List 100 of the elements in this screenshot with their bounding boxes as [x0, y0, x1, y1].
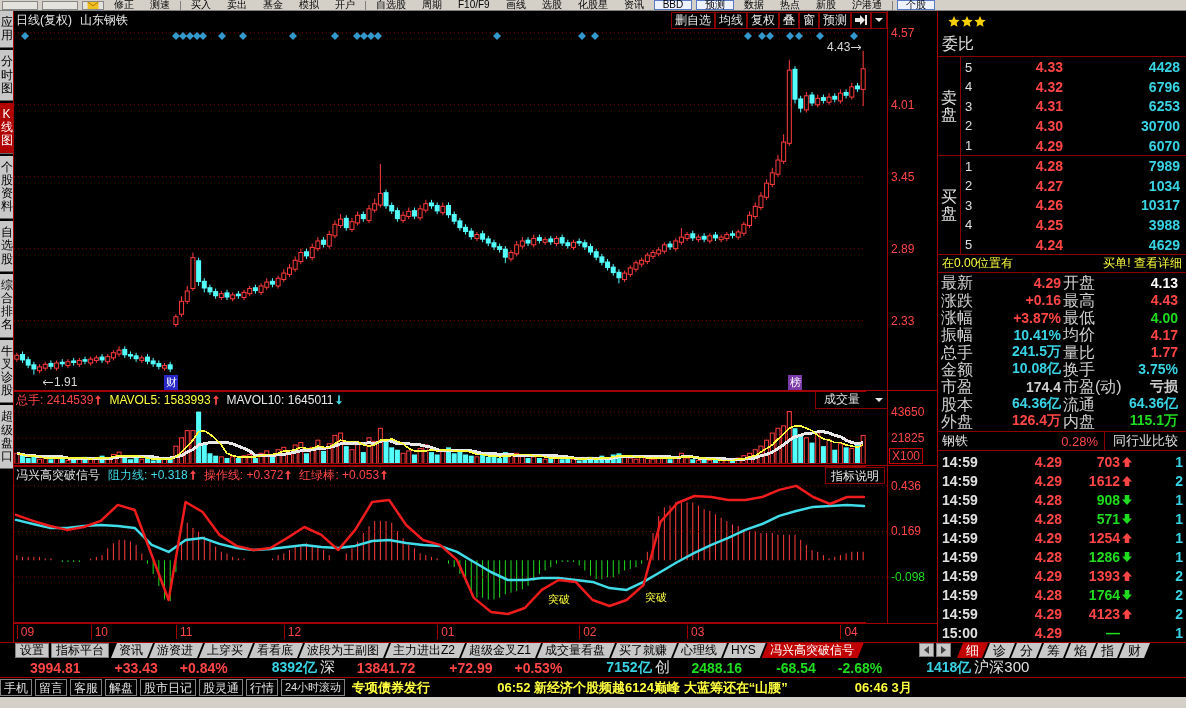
trade-count: 1 — [1174, 491, 1184, 508]
order-notice-text: 在0.00位置有 — [942, 255, 1014, 273]
level-label: 1 — [965, 138, 974, 154]
stat-label: 金额 — [941, 360, 974, 378]
level-label: 3 — [965, 98, 974, 114]
ticker-label: 24小时滚动 — [281, 679, 346, 696]
volume-cell-text: 30700 — [1140, 117, 1180, 134]
trade-price: 4.29 — [1033, 624, 1062, 641]
index-change: -68.54 — [776, 659, 816, 676]
volume-cell-text: 7989 — [1147, 158, 1180, 175]
stat-value: 64.36亿 — [1128, 395, 1178, 412]
indicator-tick-label: 0.436 — [891, 477, 922, 494]
trade-count: 2 — [1174, 472, 1184, 489]
trade-price: 4.29 — [1033, 453, 1062, 470]
stat-label: 总手 — [941, 343, 974, 361]
stat-value: 亏损 — [1150, 377, 1178, 394]
stat-label: 流通 — [1063, 395, 1096, 413]
trade-volume: 703 — [1095, 453, 1120, 470]
price-tick-label: 2.89 — [891, 240, 915, 257]
chart-period-label: 日线(复权) — [16, 11, 72, 29]
level-label: 2 — [965, 118, 974, 134]
stat-value: 64.36亿 — [1011, 395, 1061, 412]
price-cell-text: 4.31 — [1034, 98, 1063, 115]
trade-time: 14:59 — [942, 586, 979, 603]
trade-price: 4.29 — [1033, 472, 1062, 489]
trade-count: 1 — [1174, 510, 1184, 527]
indicator-tick-label: 0.169 — [891, 523, 922, 540]
market-name: 创 — [654, 658, 670, 677]
trade-price: 4.28 — [1033, 510, 1062, 527]
price-cell-text: 4.27 — [1034, 177, 1063, 194]
level-label: 4 — [965, 79, 974, 95]
stat-value: +3.87% — [1013, 309, 1061, 326]
price-cell-text: 4.33 — [1034, 59, 1063, 76]
price-cell-text: 4.26 — [1034, 197, 1063, 214]
month-label: 09 — [16, 625, 35, 639]
volume-cell-text: 10317 — [1140, 197, 1180, 214]
trade-price: 4.28 — [1033, 586, 1062, 603]
volume-cell-text: 4428 — [1147, 59, 1180, 76]
stat-label: 股本 — [941, 395, 974, 413]
stat-label: 涨跌 — [941, 291, 974, 309]
turnover-amount: 1418亿 — [926, 658, 972, 677]
volume-tick-label: 21825 — [891, 430, 925, 446]
volume-cell-text: 6796 — [1147, 78, 1180, 95]
trade-time: 14:59 — [942, 510, 979, 527]
trade-price: 4.29 — [1033, 605, 1062, 622]
level-label: 4 — [965, 217, 974, 233]
trade-time: 14:59 — [942, 567, 979, 584]
trade-volume: 571 — [1095, 510, 1120, 527]
turnover-amount: 7152亿 — [606, 658, 652, 677]
breakout-label: 突破 — [547, 593, 571, 606]
market-name: 深 — [319, 658, 335, 677]
trade-price: 4.28 — [1033, 491, 1062, 508]
volume-cell-text: 1034 — [1147, 177, 1180, 194]
stat-value: +0.16 — [1025, 292, 1061, 309]
indicator-legend-label: 阻力线: +0.318 — [108, 466, 188, 484]
index-value: 2488.16 — [691, 659, 743, 676]
price-cell-text: 4.28 — [1034, 158, 1063, 175]
month-label: 01 — [437, 625, 455, 639]
stat-label: 量比 — [1063, 343, 1096, 361]
indicator-name: 冯兴高突破信号 — [16, 466, 100, 484]
trade-time: 14:59 — [942, 548, 979, 565]
stat-label: 最低 — [1063, 309, 1096, 327]
stat-value: 10.08亿 — [1011, 360, 1061, 377]
stat-label: 市盈 — [941, 378, 974, 396]
index-percent: -2.68% — [837, 659, 883, 676]
trade-volume: 908 — [1095, 491, 1120, 508]
price-cell-text: 4.24 — [1034, 236, 1063, 253]
stat-label: 开盘 — [1063, 274, 1096, 292]
high-price-label: 4.43 — [827, 41, 851, 54]
stat-label: 外盘 — [941, 412, 974, 430]
order-ratio-label: 委比 — [942, 34, 974, 55]
volume-legend-label: MAVOL5: 1583993 — [109, 393, 211, 407]
month-label: 11 — [175, 625, 193, 639]
trade-count: 1 — [1174, 548, 1184, 565]
trade-volume: 1393 — [1087, 567, 1120, 584]
stat-value: 4.00 — [1150, 309, 1178, 326]
stat-value: 4.43 — [1150, 292, 1178, 309]
trade-volume: 1764 — [1087, 586, 1120, 603]
trade-count: 1 — [1174, 624, 1184, 641]
trade-time: 15:00 — [942, 624, 979, 641]
month-label: 12 — [283, 625, 302, 639]
trade-price: 4.28 — [1033, 548, 1062, 565]
month-label: 02 — [579, 625, 597, 639]
trade-price: 4.29 — [1033, 567, 1062, 584]
volume-cell-text: 3988 — [1147, 216, 1180, 233]
indicator-legend-label: 操作线: +0.372 — [203, 466, 284, 484]
month-label: 10 — [90, 625, 109, 639]
stat-value: 174.4 — [1025, 378, 1061, 395]
industry-name: 钢铁 — [941, 432, 969, 450]
price-cell-text: 4.29 — [1034, 137, 1063, 154]
stat-label: 换手 — [1063, 360, 1096, 378]
trade-count: 2 — [1174, 567, 1184, 584]
volume-cell-text: 6253 — [1147, 98, 1180, 115]
price-cell-text: 4.25 — [1034, 216, 1063, 233]
trade-time: 14:59 — [942, 491, 979, 508]
month-label: 04 — [840, 625, 858, 639]
stat-label: 内盘 — [1063, 412, 1096, 430]
stat-value: 3.75% — [1138, 361, 1178, 378]
stat-value: 4.17 — [1150, 326, 1178, 343]
trade-time: 14:59 — [942, 605, 979, 622]
